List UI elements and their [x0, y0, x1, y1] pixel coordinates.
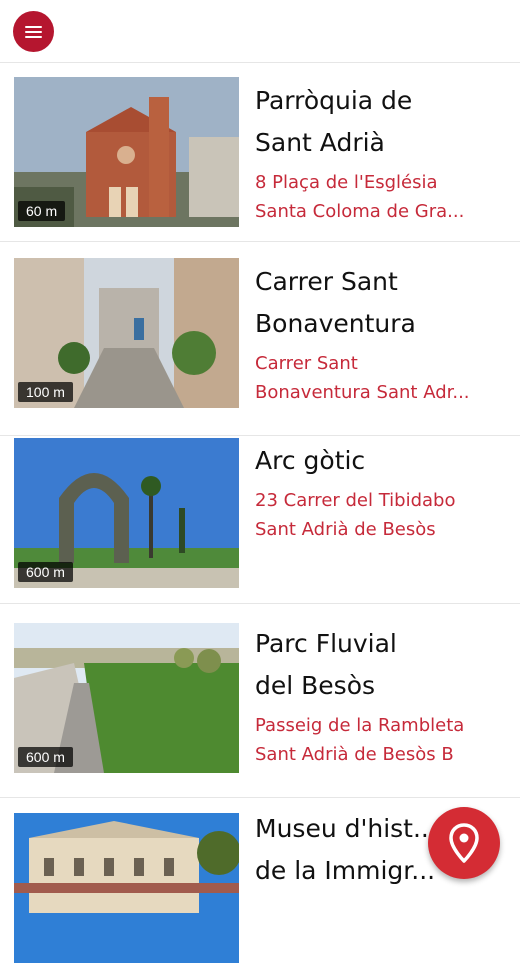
place-address-line: Sant Adrià de Besòs	[255, 519, 436, 540]
app-header	[0, 0, 520, 63]
hamburger-menu-icon	[25, 25, 42, 28]
menu-button[interactable]	[13, 11, 54, 52]
place-info: Arc gòtic 23 Carrer del Tibidabo Sant Ad…	[255, 440, 504, 544]
place-address-line: Sant Adrià de Besòs B	[255, 744, 454, 765]
places-list: 60 m Parròquia de Sant Adrià 8 Plaça de …	[0, 62, 520, 963]
place-photo	[14, 813, 239, 963]
distance-badge: 100 m	[18, 382, 73, 402]
place-card-parroquia[interactable]: 60 m Parròquia de Sant Adrià 8 Plaça de …	[0, 62, 520, 242]
place-card-arc-gotic[interactable]: 600 m Arc gòtic 23 Carrer del Tibidabo S…	[0, 436, 520, 604]
place-title-line: Carrer Sant	[255, 267, 398, 296]
place-photo: 600 m	[14, 623, 239, 773]
place-title-line: del Besòs	[255, 671, 376, 700]
place-card-parc-fluvial[interactable]: 600 m Parc Fluvial del Besòs Passeig de …	[0, 604, 520, 798]
place-photo: 60 m	[14, 77, 239, 227]
place-title-line: Arc gòtic	[255, 446, 366, 475]
place-title-line: Bonaventura	[255, 309, 416, 338]
place-address: 23 Carrer del Tibidabo Sant Adrià de Bes…	[255, 486, 504, 544]
place-info: Parc Fluvial del Besòs Passeig de la Ram…	[255, 623, 504, 769]
place-address: 8 Plaça de l'Església Santa Coloma de Gr…	[255, 168, 504, 226]
place-address-line: 8 Plaça de l'Església	[255, 172, 438, 193]
place-address-line: Passeig de la Rambleta	[255, 715, 465, 736]
distance-badge: 60 m	[18, 201, 66, 221]
distance-badge: 600 m	[18, 747, 73, 767]
place-photo: 600 m	[14, 438, 239, 588]
map-fab-button[interactable]	[428, 807, 500, 879]
distance-badge: 600 m	[18, 562, 73, 582]
hamburger-menu-icon-bar	[25, 35, 42, 38]
place-title-line: Parc Fluvial	[255, 629, 397, 658]
place-address-line: Santa Coloma de Gra...	[255, 201, 465, 222]
hamburger-menu-icon-bar	[25, 30, 42, 33]
map-pin-icon	[449, 823, 479, 863]
place-address-line: Bonaventura Sant Adr...	[255, 382, 470, 403]
place-title-line: Sant Adrià	[255, 128, 385, 157]
place-address: Passeig de la Rambleta Sant Adrià de Bes…	[255, 711, 504, 769]
place-address-line: Carrer Sant	[255, 353, 358, 374]
place-photo: 100 m	[14, 258, 239, 408]
place-title-line: Parròquia de	[255, 86, 413, 115]
place-info: Parròquia de Sant Adrià 8 Plaça de l'Esg…	[255, 80, 504, 226]
place-address-line: 23 Carrer del Tibidabo	[255, 490, 456, 511]
place-info: Carrer Sant Bonaventura Carrer Sant Bona…	[255, 261, 504, 407]
place-address: Carrer Sant Bonaventura Sant Adr...	[255, 349, 504, 407]
place-card-carrer-sant-bonaventura[interactable]: 100 m Carrer Sant Bonaventura Carrer San…	[0, 242, 520, 436]
